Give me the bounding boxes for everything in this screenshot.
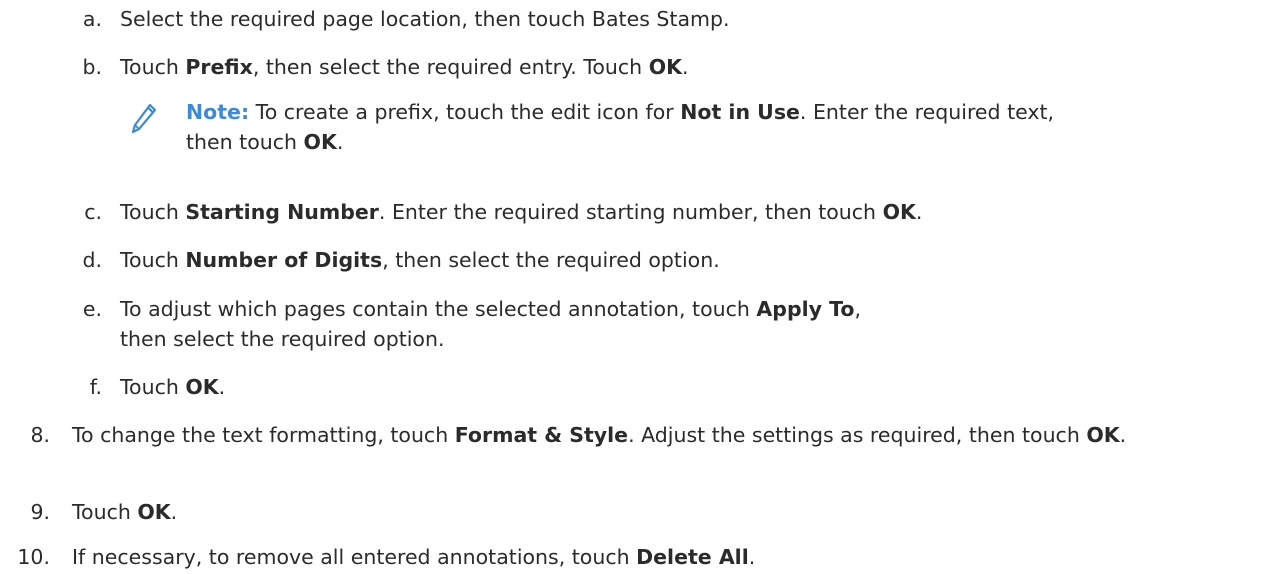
document-page: a. Select the required page location, th… [0, 0, 1273, 574]
step-text: To adjust which pages contain the select… [120, 297, 862, 351]
step-b: b. Touch Prefix, then select the require… [80, 52, 1220, 82]
step-text: Touch OK. [72, 500, 178, 524]
step-c: c. Touch Starting Number. Enter the requ… [80, 197, 1220, 227]
ui-term: OK [185, 375, 219, 399]
ui-term: Apply To [756, 297, 855, 321]
step-text: Select the required page location, then … [120, 7, 730, 31]
step-marker: e. [82, 297, 102, 321]
step-marker: 10. [17, 545, 50, 569]
ui-term: OK [137, 500, 171, 524]
note-text: Note: To create a prefix, touch the edit… [186, 100, 1055, 154]
ui-term: OK [303, 130, 337, 154]
step-text: Touch Starting Number. Enter the require… [120, 200, 923, 224]
step-text: Touch Number of Digits, then select the … [120, 248, 720, 272]
note-block: Note: To create a prefix, touch the edit… [130, 97, 1066, 157]
step-8: 8. To change the text formatting, touch … [16, 420, 1242, 450]
step-text: Touch Prefix, then select the required e… [120, 55, 689, 79]
step-marker: f. [89, 375, 102, 399]
step-marker: 8. [30, 423, 50, 447]
step-marker: a. [82, 7, 102, 31]
step-d: d. Touch Number of Digits, then select t… [80, 245, 1220, 275]
ui-term: OK [1086, 423, 1120, 447]
ui-term: Not in Use [680, 100, 800, 124]
ui-term: Delete All [636, 545, 749, 569]
step-10: 10. If necessary, to remove all entered … [16, 542, 1252, 572]
step-marker: c. [84, 200, 102, 224]
ui-term: Prefix [185, 55, 253, 79]
note-label: Note: [186, 100, 250, 124]
ui-term: OK [648, 55, 682, 79]
step-text: Touch OK. [120, 375, 226, 399]
ui-term: Starting Number [185, 200, 379, 224]
step-9: 9. Touch OK. [16, 497, 1252, 527]
step-marker: d. [82, 248, 102, 272]
step-marker: b. [82, 55, 102, 79]
ui-term: OK [882, 200, 916, 224]
step-text: If necessary, to remove all entered anno… [72, 545, 756, 569]
step-a: a. Select the required page location, th… [80, 4, 1220, 34]
step-marker: 9. [30, 500, 50, 524]
ui-term: Format & Style [454, 423, 629, 447]
step-f: f. Touch OK. [80, 372, 1220, 402]
pencil-icon [130, 99, 158, 139]
step-text: To change the text formatting, touch For… [72, 423, 1127, 447]
ui-term: Number of Digits [185, 248, 383, 272]
step-e: e. To adjust which pages contain the sel… [80, 294, 910, 354]
